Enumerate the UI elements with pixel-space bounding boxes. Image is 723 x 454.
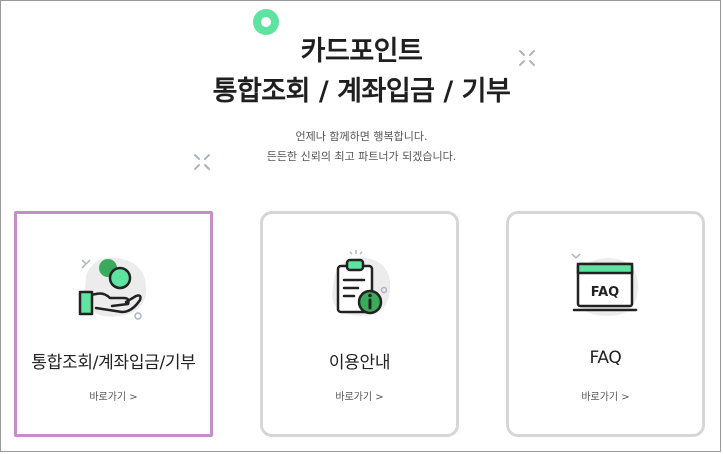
card-title: 통합조회/계좌입금/기부 — [31, 353, 196, 373]
card-link[interactable]: 바로가기 > — [263, 388, 456, 403]
card-faq[interactable]: FAQ FAQ 바로가기 > — [506, 211, 705, 437]
page-subtitle: 언제나 함께하면 행복합니다. 든든한 신뢰의 최고 파트너가 되겠습니다. — [0, 127, 723, 167]
page-title-line2: 통합조회 / 계좌입금 / 기부 — [212, 76, 511, 107]
subtitle-line2: 든든한 신뢰의 최고 파트너가 되겠습니다. — [266, 150, 457, 163]
card-title: 이용안내 — [328, 353, 391, 373]
card-inquiry-deposit-donation[interactable]: 통합조회/계좌입금/기부 바로가기 > — [14, 211, 213, 437]
page-title: 카드포인트 통합조회 / 계좌입금 / 기부 — [0, 32, 723, 112]
card-link[interactable]: 바로가기 > — [17, 388, 210, 403]
card-title: FAQ — [589, 348, 622, 368]
page-title-line1: 카드포인트 — [300, 36, 423, 67]
subtitle-line1: 언제나 함께하면 행복합니다. — [295, 130, 428, 143]
clipboard-info-icon — [331, 250, 390, 316]
faq-board-icon: FAQ — [570, 253, 638, 316]
hand-coin-icon — [78, 257, 146, 320]
svg-text:FAQ: FAQ — [590, 285, 619, 300]
card-usage-guide[interactable]: 이용안내 바로가기 > — [260, 211, 459, 437]
card-link[interactable]: 바로가기 > — [509, 388, 702, 403]
